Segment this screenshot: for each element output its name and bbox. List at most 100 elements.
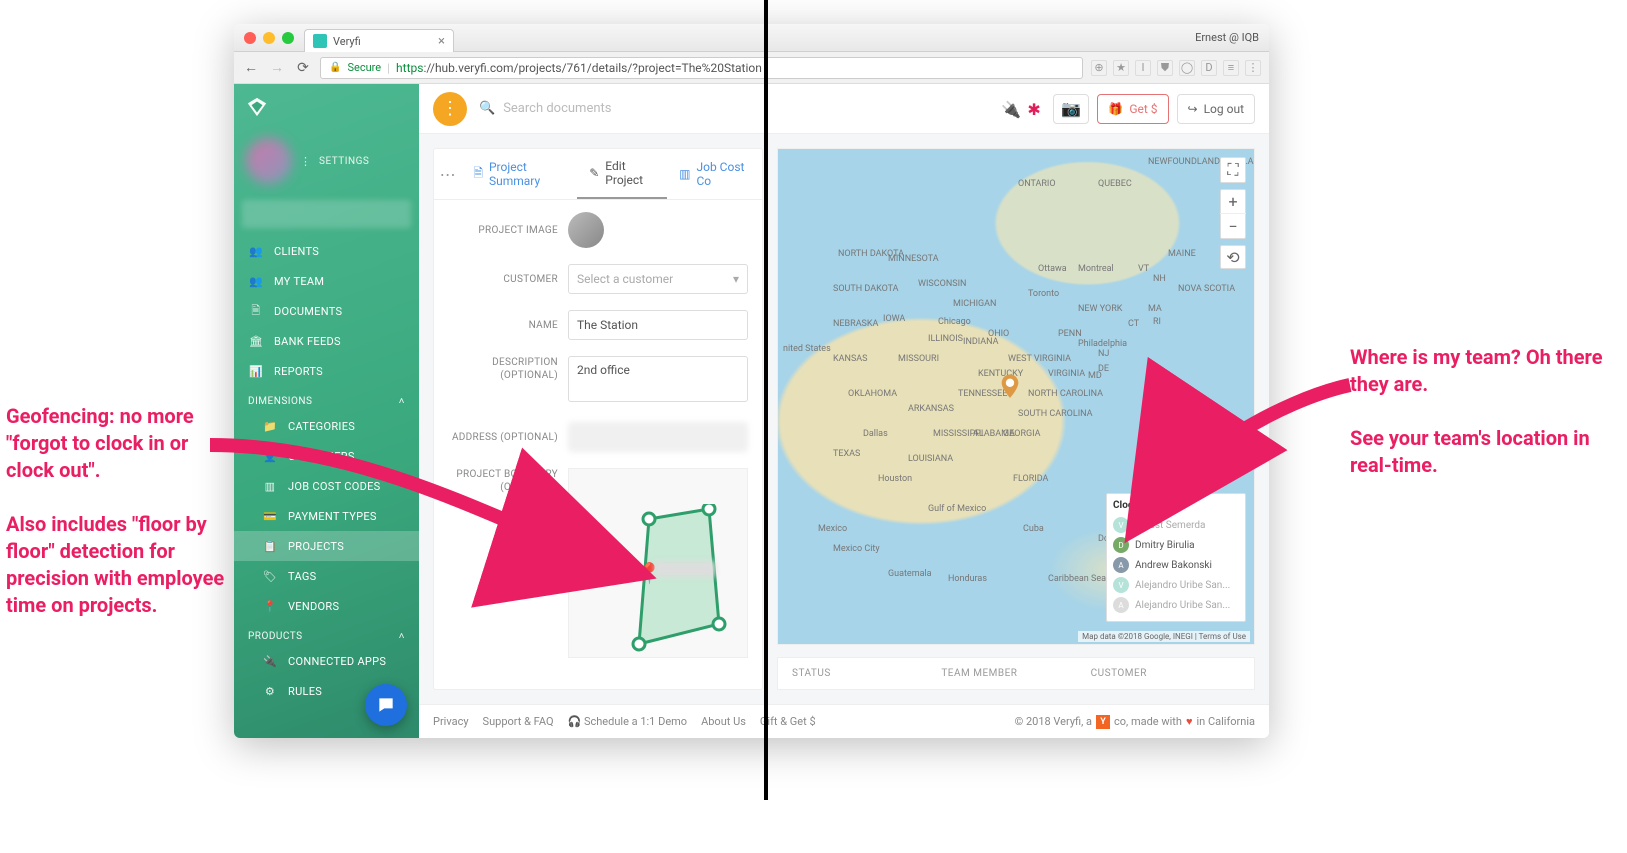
ext-icon[interactable]: D — [1201, 60, 1217, 76]
footer: Privacy Support & FAQ 🎧 Schedule a 1:1 Dem… — [419, 704, 1269, 738]
map-label: MISSOURI — [898, 354, 939, 364]
browser-window: Veryfi × Ernest @ IQB ← → ⟳ 🔒 Secure | h… — [234, 24, 1269, 738]
zoom-in-icon[interactable]: + — [1220, 190, 1246, 214]
browser-tab[interactable]: Veryfi × — [304, 29, 454, 52]
tab-close-icon[interactable]: × — [438, 34, 445, 49]
sidebar-item-label: CONNECTED APPS — [288, 655, 386, 668]
map-label: WEST VIRGINIA — [1008, 354, 1071, 364]
project-image[interactable] — [568, 212, 604, 248]
person-name: Alejandro Uribe San... — [1135, 580, 1230, 591]
logout-icon: ↪ — [1188, 102, 1198, 116]
col-status: STATUS — [792, 668, 941, 679]
maximize-icon[interactable] — [282, 32, 294, 44]
sidebar-group-dimensions[interactable]: DIMENSIONS˄ — [234, 386, 419, 411]
get-money-button[interactable]: 🎁Get $ — [1097, 94, 1168, 124]
camera-button[interactable]: 📷 — [1053, 94, 1089, 124]
chat-bubble-icon[interactable] — [365, 684, 407, 726]
label-project-image: PROJECT IMAGE — [448, 224, 558, 237]
clocked-person[interactable]: V Alejandro Uribe San... — [1113, 575, 1239, 595]
name-input[interactable] — [568, 310, 748, 340]
rotate-icon[interactable]: ⟲ — [1220, 245, 1246, 269]
tab-project-summary[interactable]: 🗎Project Summary — [461, 150, 577, 198]
ext-icon[interactable]: ⊕ — [1091, 60, 1107, 76]
logout-button[interactable]: ↪Log out — [1177, 94, 1255, 124]
footer-link[interactable]: Support & FAQ — [483, 715, 554, 728]
footer-link[interactable]: Gift & Get $ — [760, 715, 816, 728]
address-bar[interactable]: 🔒 Secure | https://hub.veryfi.com/projec… — [320, 57, 1083, 79]
ext-icon[interactable]: I — [1135, 60, 1151, 76]
ext-icon[interactable]: ⛊ — [1157, 60, 1173, 76]
image-divider — [764, 0, 768, 800]
clocked-person[interactable]: AAndrew Bakonski — [1113, 555, 1239, 575]
camera-icon: 📷 — [1061, 99, 1081, 118]
search-input[interactable]: 🔍 Search documents — [479, 101, 989, 116]
person-name: Andrew Bakonski — [1135, 560, 1212, 571]
fullscreen-icon[interactable]: ⛶ — [1220, 157, 1246, 183]
sidebar-item-label: CATEGORIES — [288, 420, 355, 433]
sidebar-icon: 📍 — [262, 598, 278, 614]
sidebar-group-products[interactable]: PRODUCTS˄ — [234, 621, 419, 646]
ext-icon[interactable]: ≡ — [1223, 60, 1239, 76]
tab-edit-project[interactable]: ✎Edit Project — [577, 149, 667, 199]
map-label: CT — [1128, 319, 1139, 329]
sidebar-item-reports[interactable]: 📊REPORTS — [234, 356, 419, 386]
browser-profile[interactable]: Ernest @ IQB — [1195, 31, 1259, 44]
lock-icon: 🔒 — [329, 62, 341, 73]
more-icon[interactable]: ⋯ — [434, 165, 461, 184]
sidebar-item-connected apps[interactable]: 🔌 CONNECTED APPS — [234, 646, 419, 676]
plug-icon[interactable]: 🔌 — [1001, 100, 1019, 118]
clocked-person[interactable]: AAlejandro Uribe San... — [1113, 595, 1239, 615]
add-button[interactable]: ⋮ — [433, 92, 467, 126]
close-icon[interactable] — [244, 32, 256, 44]
zoom-out-icon[interactable]: − — [1220, 214, 1246, 238]
map-marker-icon — [1000, 374, 1020, 400]
sidebar-item-bank feeds[interactable]: 🏛BANK FEEDS — [234, 326, 419, 356]
tab-job-cost-codes[interactable]: ▥Job Cost Co — [667, 150, 762, 198]
chevron-up-icon: ˄ — [399, 631, 405, 642]
menu-icon[interactable]: ⋮ — [1245, 60, 1261, 76]
settings-link[interactable]: SETTINGS — [319, 156, 369, 167]
chevron-up-icon: ˄ — [399, 396, 405, 407]
footer-link[interactable]: About Us — [701, 715, 746, 728]
pin-label-blurred — [655, 561, 715, 577]
sidebar-item-label: VENDORS — [288, 600, 339, 613]
minimize-icon[interactable] — [263, 32, 275, 44]
avatar[interactable] — [246, 138, 292, 184]
map-label: ONTARIO — [1018, 179, 1056, 189]
app-root: ⋮ SETTINGS 👥CLIENTS👥MY TEAM🗎DOCUMENTS🏛BA… — [234, 84, 1269, 738]
sidebar: ⋮ SETTINGS 👥CLIENTS👥MY TEAM🗎DOCUMENTS🏛BA… — [234, 84, 419, 738]
footer-link[interactable]: Privacy — [433, 715, 469, 728]
search-icon: 🔍 — [479, 101, 495, 116]
back-icon[interactable]: ← — [242, 59, 260, 77]
logo-area — [234, 84, 419, 130]
map-label: Toronto — [1028, 289, 1059, 299]
person-avatar-icon: V — [1113, 577, 1129, 593]
sidebar-icon: 👥 — [248, 243, 264, 259]
reload-icon[interactable]: ⟳ — [294, 59, 312, 77]
ext-icon[interactable]: ★ — [1113, 60, 1129, 76]
map-label: SOUTH DAKOTA — [833, 284, 899, 294]
sidebar-item-my team[interactable]: 👥MY TEAM — [234, 266, 419, 296]
yc-icon: Y — [1096, 715, 1110, 729]
arrow-left — [200, 435, 660, 599]
map-label: Gulf of Mexico — [928, 504, 986, 514]
sidebar-icon: ⚙ — [262, 683, 278, 699]
topbar-right: 🔌 ✱ 📷 🎁Get $ ↪Log out — [1001, 94, 1255, 124]
sidebar-item-clients[interactable]: 👥CLIENTS — [234, 236, 419, 266]
map-label: INDIANA — [963, 337, 999, 347]
person-avatar-icon: A — [1113, 597, 1129, 613]
customer-select[interactable]: Select a customer▾ — [568, 264, 748, 294]
footer-link[interactable]: 🎧 Schedule a 1:1 Demo — [568, 715, 688, 728]
map-label: ILLINOIS — [928, 334, 963, 344]
sidebar-item-documents[interactable]: 🗎DOCUMENTS — [234, 296, 419, 326]
forward-icon[interactable]: → — [268, 59, 286, 77]
sidebar-item-label: MY TEAM — [274, 275, 324, 288]
sidebar-item-label: REPORTS — [274, 365, 323, 378]
address-bar-row: ← → ⟳ 🔒 Secure | https://hub.veryfi.com/… — [234, 52, 1269, 84]
sidebar-icon: 🔌 — [262, 653, 278, 669]
description-input[interactable]: 2nd office — [568, 356, 748, 402]
ext-icon[interactable]: ◯ — [1179, 60, 1195, 76]
map-label: PENN — [1058, 329, 1082, 339]
slack-icon[interactable]: ✱ — [1027, 100, 1045, 118]
arrow-right — [1120, 380, 1360, 544]
